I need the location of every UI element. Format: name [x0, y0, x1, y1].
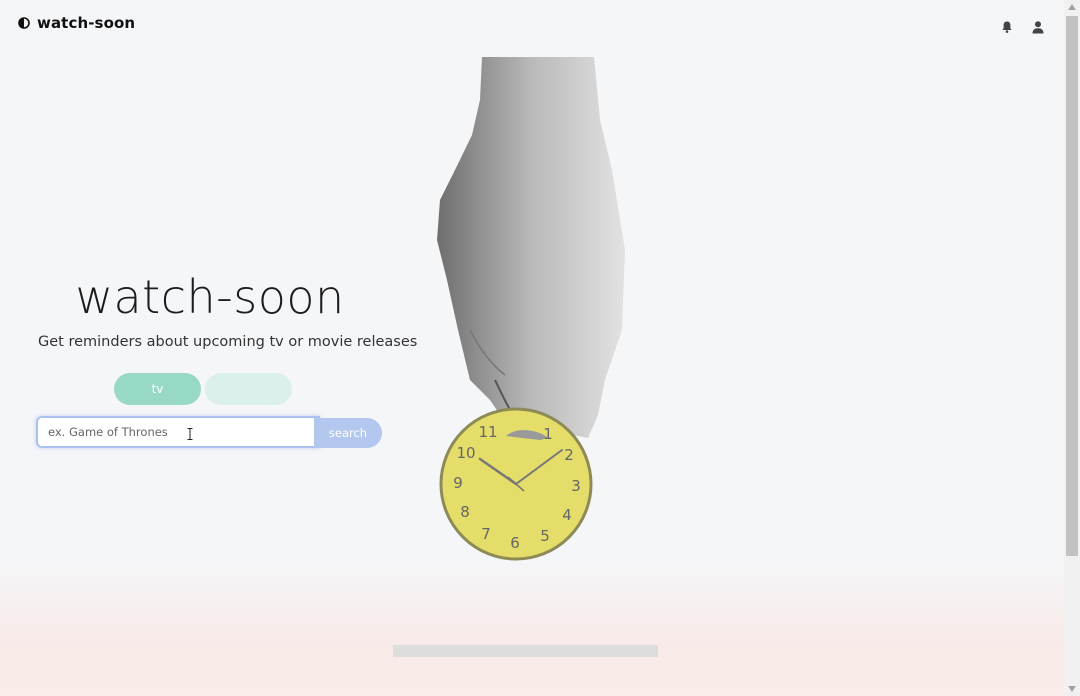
clock-number: 2	[564, 446, 574, 464]
search-input[interactable]	[36, 416, 320, 448]
tv-toggle-button[interactable]: tv	[114, 373, 201, 405]
hand-shape	[437, 57, 625, 440]
clock-number: 3	[571, 477, 581, 495]
top-navbar: watch-soon	[0, 0, 1064, 50]
search-button[interactable]: search	[314, 418, 382, 448]
hand-holding-clock-illustration: 1 2 3 4 5 6 7 8 9 10 11	[437, 57, 625, 561]
scroll-down-arrow-icon[interactable]	[1068, 686, 1076, 692]
clock-number: 9	[453, 474, 463, 492]
scroll-up-arrow-icon[interactable]	[1068, 4, 1076, 10]
brand-name: watch-soon	[37, 14, 136, 32]
clock-number: 10	[456, 444, 475, 462]
clock-number: 11	[478, 423, 497, 441]
text-cursor-icon	[187, 428, 193, 440]
clock-number: 6	[510, 534, 520, 552]
user-icon[interactable]	[1031, 20, 1045, 34]
bell-icon[interactable]	[1000, 20, 1014, 34]
loading-placeholder-bar	[393, 645, 658, 657]
clock-number: 8	[460, 503, 470, 521]
clock-number: 7	[481, 525, 491, 543]
brand[interactable]: watch-soon	[18, 14, 135, 32]
background-wash	[0, 560, 1064, 696]
scrollbar-thumb[interactable]	[1066, 16, 1078, 556]
hero-subtitle: Get reminders about upcoming tv or movie…	[38, 334, 418, 350]
clock: 1 2 3 4 5 6 7 8 9 10 11	[439, 407, 593, 561]
hero-title: watch-soon	[75, 270, 345, 324]
movie-toggle-button[interactable]: movie	[205, 373, 292, 405]
clock-number: 1	[543, 425, 553, 443]
clock-number: 4	[562, 506, 572, 524]
clock-number: 5	[540, 527, 550, 545]
half-circle-logo-icon	[18, 17, 30, 29]
